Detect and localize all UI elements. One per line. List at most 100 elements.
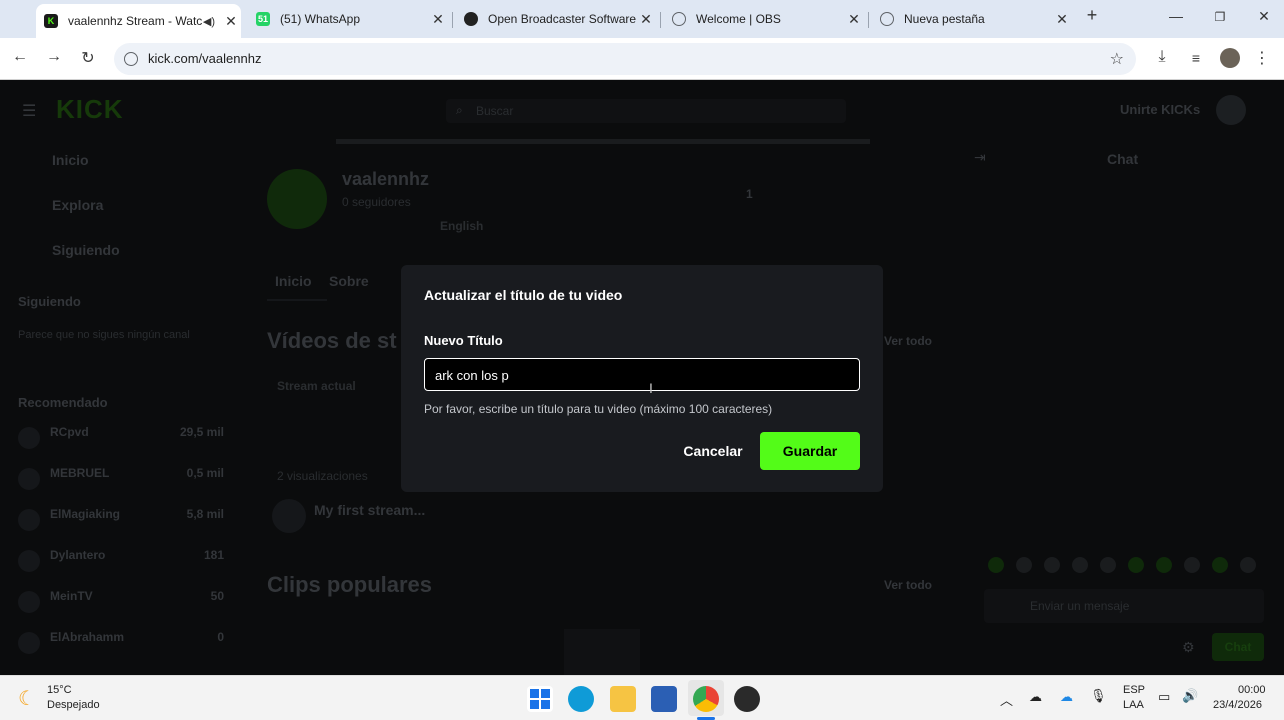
views-count: 2 visualizaciones <box>277 469 368 483</box>
following-heading: Siguiendo <box>18 294 81 309</box>
list-item[interactable]: MEBRUEL 0,5 mil <box>18 464 228 505</box>
tab-title: vaalennhz Stream - Watc <box>68 14 203 28</box>
tab-separator <box>660 12 661 28</box>
clock-time[interactable]: 00:00 <box>1238 684 1266 696</box>
language-line-1[interactable]: ESP <box>1123 684 1145 696</box>
see-all-clips-link[interactable]: Ver todo <box>884 578 932 592</box>
collapse-chat-icon[interactable]: ⇥ <box>974 149 986 166</box>
chrome-icon[interactable] <box>693 686 719 712</box>
close-tab-icon[interactable]: ✕ <box>221 13 241 30</box>
sidebar-item-inicio[interactable]: Inicio <box>52 152 89 168</box>
volume-icon[interactable]: 🔊 <box>1182 688 1198 704</box>
edge-icon[interactable] <box>568 686 594 712</box>
browser-menu-icon[interactable]: ⋮ <box>1250 48 1274 68</box>
weather-temp[interactable]: 15°C <box>47 684 72 696</box>
video-title[interactable]: My first stream... <box>314 502 425 518</box>
cancel-button[interactable]: Cancelar <box>669 433 757 469</box>
obs-logo-icon <box>464 12 478 26</box>
avatar <box>18 509 40 531</box>
search-input[interactable]: ⌕ Buscar <box>446 99 846 123</box>
see-all-videos-link[interactable]: Ver todo <box>884 334 932 348</box>
language-line-2[interactable]: LAA <box>1123 699 1144 711</box>
list-item[interactable]: ElMagiaking 5,8 mil <box>18 505 228 546</box>
avatar <box>272 499 306 533</box>
channel-name: RCpvd <box>50 425 89 439</box>
tab-sobre[interactable]: Sobre <box>329 273 369 289</box>
chevron-up-icon[interactable]: ︿ <box>1000 690 1013 709</box>
tab-new-tab[interactable]: Nueva pestaña ✕ <box>872 5 1072 33</box>
save-button[interactable]: Guardar <box>760 432 860 470</box>
list-item[interactable]: MeinTV 50 <box>18 587 228 628</box>
followers-count: 0 seguidores <box>342 195 411 209</box>
progress-strip <box>336 139 870 144</box>
start-button[interactable] <box>527 686 553 712</box>
stream-actual-label: Stream actual <box>277 379 356 393</box>
avatar <box>18 550 40 572</box>
bookmark-star-icon[interactable]: ☆ <box>1110 49 1124 69</box>
speaker-icon[interactable]: ◀) <box>203 15 215 28</box>
chat-placeholder: Enviar un mensaje <box>1030 599 1130 613</box>
tab-welcome-obs[interactable]: Welcome | OBS ✕ <box>664 5 864 33</box>
new-title-input[interactable] <box>435 366 835 384</box>
clock-date[interactable]: 23/4/2026 <box>1213 699 1262 711</box>
weather-moon-icon[interactable]: ☾ <box>18 686 36 711</box>
close-tab-icon[interactable]: ✕ <box>636 11 656 28</box>
recommended-heading: Recomendado <box>18 395 108 410</box>
forward-button[interactable]: → <box>42 48 66 66</box>
kick-logo[interactable]: KICK <box>56 94 124 125</box>
viewer-count: 29,5 mil <box>179 425 224 439</box>
chat-send-button[interactable]: Chat <box>1212 633 1264 661</box>
channel-name: MEBRUEL <box>50 466 110 480</box>
microphone-icon[interactable]: 🎙 <box>1090 688 1107 704</box>
maximize-button[interactable]: ❐ <box>1205 10 1235 24</box>
cloud-icon[interactable]: ☁ <box>1029 689 1042 705</box>
browser-tab-strip: K vaalennhz Stream - Watc ◀) ✕ 51 (51) W… <box>0 0 1284 38</box>
list-item[interactable]: Dylantero 181 <box>18 546 228 587</box>
new-title-field[interactable] <box>424 358 860 391</box>
channel-avatar <box>267 169 327 229</box>
channel-name: Dylantero <box>50 548 106 562</box>
tab-obs[interactable]: Open Broadcaster Software ✕ <box>456 5 656 33</box>
weather-desc[interactable]: Despejado <box>47 699 100 711</box>
avatar <box>18 632 40 654</box>
file-explorer-icon[interactable] <box>610 686 636 712</box>
tab-whatsapp[interactable]: 51 (51) WhatsApp ✕ <box>248 5 448 33</box>
channel-name: ElAbrahamm <box>50 630 125 644</box>
site-info-icon[interactable] <box>124 52 138 66</box>
avatar <box>18 468 40 490</box>
chat-input[interactable]: Enviar un mensaje <box>984 589 1264 623</box>
viewer-count: 5,8 mil <box>186 507 224 521</box>
store-icon[interactable] <box>651 686 677 712</box>
chat-settings-icon[interactable]: ⚙ <box>1182 639 1195 656</box>
list-item[interactable]: RCpvd 29,5 mil <box>18 423 228 464</box>
kick-logo-icon: K <box>44 14 58 28</box>
avatar[interactable] <box>1216 95 1246 125</box>
clip-thumbnail[interactable] <box>564 629 640 675</box>
close-tab-icon[interactable]: ✕ <box>844 11 864 28</box>
follow-count: 1 <box>746 187 753 201</box>
new-tab-button[interactable]: + <box>1077 5 1107 26</box>
list-item[interactable]: ElAbrahamm 0 <box>18 628 228 669</box>
downloads-icon[interactable]: ⤓ <box>1150 48 1174 66</box>
login-button[interactable]: Unirte KICKs <box>1120 102 1200 117</box>
channel-name: ElMagiaking <box>50 507 121 521</box>
tab-title: Welcome | OBS <box>696 12 781 26</box>
onedrive-icon[interactable]: ☁ <box>1060 689 1073 705</box>
tab-inicio[interactable]: Inicio <box>275 273 312 289</box>
close-tab-icon[interactable]: ✕ <box>1052 11 1072 28</box>
back-button[interactable]: ← <box>8 48 32 66</box>
address-bar[interactable]: kick.com/vaalennhz ☆ <box>114 43 1136 75</box>
obs-icon[interactable] <box>734 686 760 712</box>
tab-kick-stream[interactable]: K vaalennhz Stream - Watc ◀) ✕ <box>36 4 241 38</box>
media-controls-icon[interactable]: ≡ <box>1184 50 1208 66</box>
sidebar-item-explora[interactable]: Explora <box>52 197 103 213</box>
sidebar-item-siguiendo[interactable]: Siguiendo <box>52 242 120 258</box>
windows-taskbar: ☾ 15°C Despejado ︿ ☁ ☁ 🎙 ESP LAA ▭ 🔊 00:… <box>0 675 1284 720</box>
profile-avatar[interactable] <box>1220 48 1240 68</box>
hamburger-menu-icon[interactable]: ☰ <box>22 101 36 121</box>
reload-button[interactable]: ↻ <box>76 48 100 68</box>
network-icon[interactable]: ▭ <box>1158 689 1170 705</box>
minimize-button[interactable]: — <box>1161 8 1191 24</box>
close-tab-icon[interactable]: ✕ <box>428 11 448 28</box>
close-window-button[interactable]: ✕ <box>1249 8 1279 25</box>
